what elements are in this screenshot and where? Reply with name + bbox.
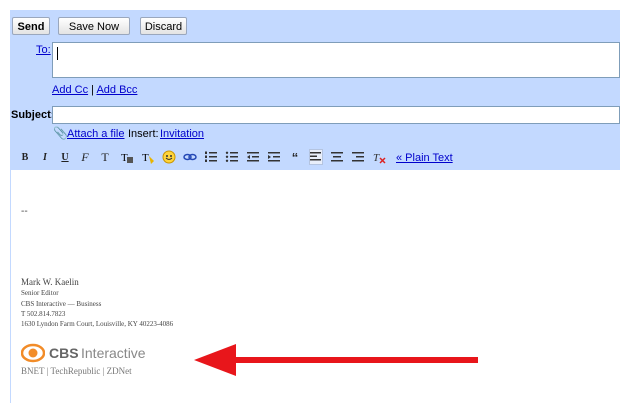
align-right-icon[interactable] bbox=[351, 149, 365, 165]
indent-icon[interactable] bbox=[267, 149, 281, 165]
logo-interactive-text: Interactive bbox=[81, 345, 146, 361]
link-icon[interactable] bbox=[183, 149, 197, 165]
svg-text:T: T bbox=[121, 152, 128, 164]
logo-cbs-text: CBS bbox=[49, 345, 79, 361]
signature-name: Mark W. Kaelin bbox=[21, 277, 79, 287]
signature-dashes: -- bbox=[21, 206, 28, 217]
cc-bcc-row: Add Cc | Add Bcc bbox=[52, 84, 137, 96]
signature-title: Senior Editor bbox=[21, 289, 59, 297]
quote-icon[interactable]: “ bbox=[288, 149, 302, 165]
to-field[interactable] bbox=[52, 42, 620, 78]
outdent-icon[interactable] bbox=[246, 149, 260, 165]
attach-file-link[interactable]: Attach a file bbox=[67, 128, 124, 140]
plain-text-link[interactable]: « Plain Text bbox=[396, 152, 453, 164]
align-left-icon[interactable] bbox=[309, 149, 323, 165]
bold-icon[interactable]: B bbox=[18, 149, 32, 165]
insert-label: Insert: bbox=[128, 128, 159, 140]
text-size-icon[interactable]: T bbox=[98, 149, 112, 165]
cc-bcc-separator: | bbox=[91, 84, 94, 96]
underline-icon[interactable]: U bbox=[58, 149, 72, 165]
red-arrow-annotation bbox=[194, 344, 478, 376]
invitation-link[interactable]: Invitation bbox=[160, 128, 204, 140]
signature-phone: T 502.814.7823 bbox=[21, 310, 66, 318]
bullet-list-icon[interactable] bbox=[225, 149, 239, 165]
paperclip-icon: 📎 bbox=[53, 126, 68, 140]
discard-button[interactable]: Discard bbox=[140, 17, 187, 35]
subject-label: Subject: bbox=[11, 109, 55, 121]
italic-icon[interactable]: I bbox=[38, 149, 52, 165]
highlight-icon[interactable]: T bbox=[141, 149, 155, 165]
brands-line: BNET | TechRepublic | ZDNet bbox=[21, 366, 132, 376]
svg-text:T: T bbox=[373, 152, 380, 164]
cbs-eye-logo-icon bbox=[21, 343, 45, 363]
save-now-button[interactable]: Save Now bbox=[58, 17, 130, 35]
add-bcc-link[interactable]: Add Bcc bbox=[96, 84, 137, 96]
svg-text:T: T bbox=[142, 152, 149, 164]
remove-formatting-icon[interactable]: T bbox=[372, 149, 386, 165]
signature-company: CBS Interactive — Business bbox=[21, 300, 102, 308]
send-button[interactable]: Send bbox=[12, 17, 50, 35]
align-center-icon[interactable] bbox=[330, 149, 344, 165]
add-cc-link[interactable]: Add Cc bbox=[52, 84, 88, 96]
text-cursor bbox=[57, 47, 58, 60]
subject-field[interactable] bbox=[52, 106, 620, 124]
text-color-icon[interactable]: T bbox=[120, 149, 134, 165]
signature-address: 1630 Lyndon Farm Court, Louisville, KY 4… bbox=[21, 320, 174, 328]
smiley-icon[interactable] bbox=[162, 149, 176, 165]
to-link[interactable]: To: bbox=[36, 44, 51, 56]
numbered-list-icon[interactable] bbox=[204, 149, 218, 165]
font-icon[interactable]: F bbox=[78, 149, 92, 165]
